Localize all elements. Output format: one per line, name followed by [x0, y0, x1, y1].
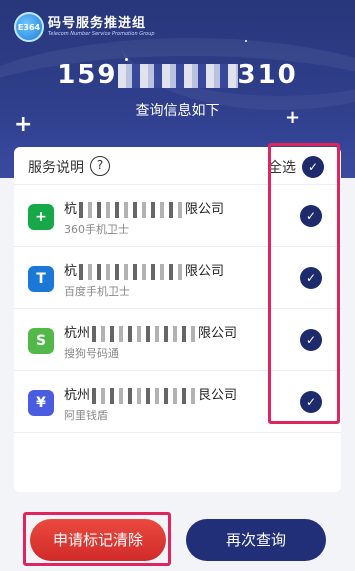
company-suffix: 限公司 — [185, 264, 225, 279]
query-subtitle: 查询信息如下 — [135, 103, 220, 119]
service-title: 服务说明 — [28, 160, 84, 176]
company-name: 杭州 艮公司 — [64, 384, 237, 404]
requery-button[interactable]: 再次查询 — [186, 519, 326, 561]
plus-icon: + — [14, 112, 33, 137]
highlight-box-checks — [268, 143, 340, 424]
t-shield-icon: T — [28, 266, 54, 292]
brand-subtitle: Telecom Number Service Promotion Group — [48, 31, 155, 37]
highlight-box-clear-button — [23, 512, 171, 566]
company-prefix: 杭州 — [64, 388, 91, 403]
company-mask — [79, 201, 184, 218]
phone-s-icon: S — [28, 328, 54, 354]
sparkle-icon — [245, 40, 247, 42]
app-name: 阿里钱盾 — [64, 409, 108, 422]
plus-shield-icon: + — [28, 204, 54, 230]
company-suffix: 限公司 — [198, 326, 238, 341]
company-name: 杭 限公司 — [64, 260, 224, 280]
company-prefix: 杭 — [64, 202, 78, 217]
company-name: 杭 限公司 — [64, 198, 224, 218]
company-suffix: 限公司 — [185, 202, 225, 217]
app-name: 百度手机卫士 — [64, 285, 130, 298]
company-mask — [79, 263, 184, 280]
plus-icon: + — [285, 107, 301, 128]
brand-logo-text: E364 — [17, 22, 41, 32]
phone-suffix: 310 — [237, 60, 298, 90]
company-prefix: 杭 — [64, 264, 78, 279]
app-name: 360手机卫士 — [64, 223, 129, 236]
help-icon[interactable]: ? — [90, 156, 110, 176]
brand-logo: E364 — [14, 12, 44, 42]
brand-title: 码号服务推进组 — [48, 16, 147, 31]
company-prefix: 杭州 — [64, 326, 91, 341]
phone-mask — [117, 63, 238, 88]
company-mask — [92, 387, 197, 404]
company-name: 杭州 限公司 — [64, 322, 237, 342]
phone-prefix: 159 — [57, 60, 118, 90]
queried-phone-number: 159 310 — [0, 60, 355, 90]
app-name: 搜狗号码通 — [64, 347, 119, 360]
company-suffix: 艮公司 — [198, 388, 238, 403]
company-mask — [92, 325, 197, 342]
yuan-shield-icon: ¥ — [28, 390, 54, 416]
